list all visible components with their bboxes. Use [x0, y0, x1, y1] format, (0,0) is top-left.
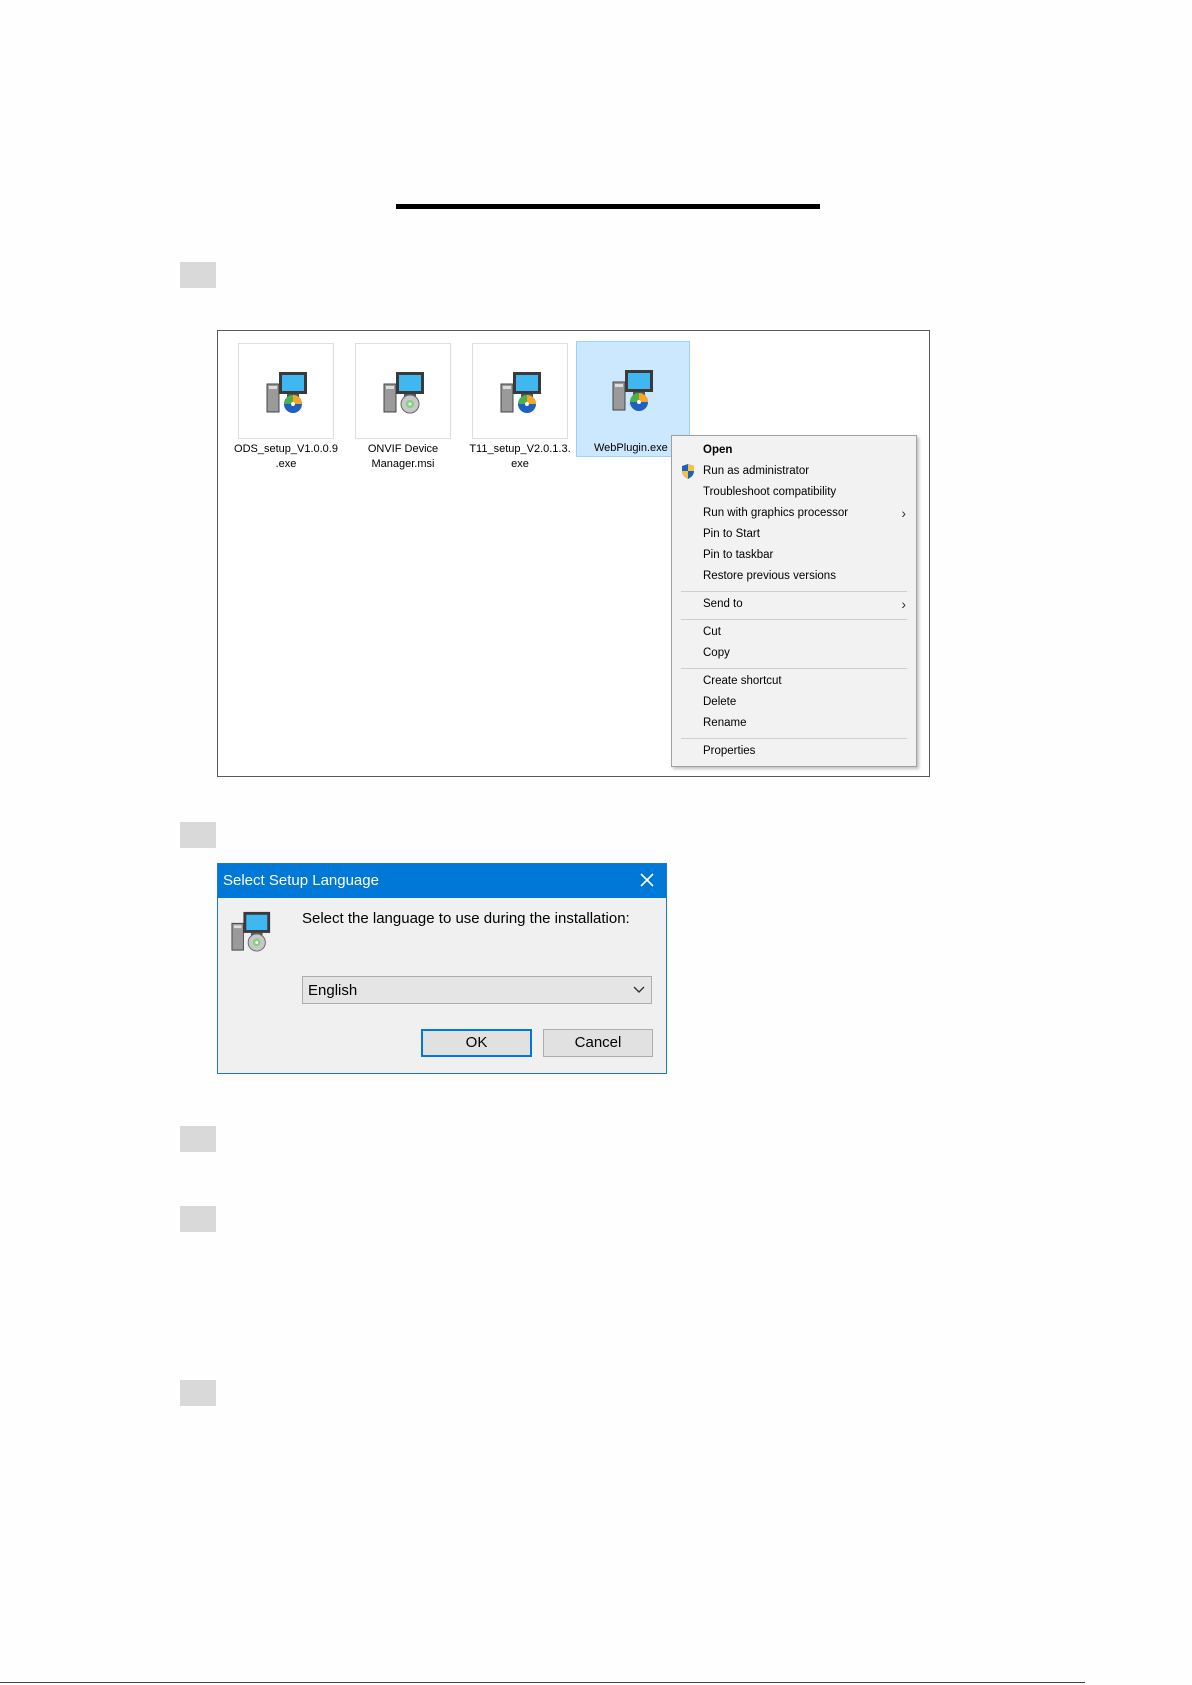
step-marker-3 — [180, 1126, 216, 1152]
chevron-down-icon — [633, 986, 645, 993]
menu-item-restore[interactable]: Restore previous versions — [672, 566, 916, 587]
menu-item-copy[interactable]: Copy — [672, 643, 916, 664]
menu-item-open[interactable]: Open — [672, 440, 916, 461]
menu-item-create-shortcut[interactable]: Create shortcut — [672, 671, 916, 692]
step-marker-2 — [180, 822, 216, 848]
menu-item-delete[interactable]: Delete — [672, 692, 916, 713]
menu-separator — [681, 619, 907, 620]
file-item[interactable]: ODS_setup_V1.0.0.9 .exe — [234, 343, 338, 472]
menu-item-troubleshoot[interactable]: Troubleshoot compatibility — [672, 482, 916, 503]
cancel-button[interactable]: Cancel — [543, 1029, 653, 1057]
dialog-titlebar[interactable]: Select Setup Language — [218, 864, 666, 898]
uac-shield-icon — [682, 464, 694, 479]
title-underline — [396, 204, 820, 209]
ok-button[interactable]: OK — [421, 1029, 532, 1057]
menu-item-run-graphics[interactable]: Run with graphics processor › — [672, 503, 916, 524]
dialog-message: Select the language to use during the in… — [302, 910, 630, 927]
menu-separator — [681, 591, 907, 592]
menu-item-cut[interactable]: Cut — [672, 622, 916, 643]
language-select-value: English — [308, 982, 358, 999]
step-marker-5 — [180, 1380, 216, 1406]
file-name: ONVIF Device Manager.msi — [367, 443, 439, 470]
installer-icon — [238, 343, 334, 439]
setup-language-dialog: Select Setup Language Select the languag… — [217, 863, 667, 1074]
menu-item-pin-taskbar[interactable]: Pin to taskbar — [672, 545, 916, 566]
context-menu: Open Run as administrator Troubleshoot c… — [671, 435, 917, 767]
submenu-arrow-icon: › — [901, 596, 906, 612]
file-name: ODS_setup_V1.0.0.9 .exe — [234, 443, 338, 470]
installer-icon — [231, 911, 271, 952]
menu-separator — [681, 668, 907, 669]
menu-item-properties[interactable]: Properties — [672, 741, 916, 762]
menu-item-send-to[interactable]: Send to › — [672, 594, 916, 615]
menu-separator — [681, 738, 907, 739]
language-select[interactable]: English — [302, 976, 652, 1004]
file-item[interactable]: ONVIF Device Manager.msi — [351, 343, 455, 472]
menu-item-pin-start[interactable]: Pin to Start — [672, 524, 916, 545]
close-icon[interactable] — [636, 869, 658, 891]
step-marker-1 — [180, 262, 216, 288]
file-name: T11_setup_V2.0.1.3. exe — [469, 443, 571, 470]
menu-item-rename[interactable]: Rename — [672, 713, 916, 734]
installer-icon — [355, 343, 451, 439]
dialog-title: Select Setup Language — [223, 872, 379, 889]
menu-item-run-as-admin[interactable]: Run as administrator — [672, 461, 916, 482]
submenu-arrow-icon: › — [901, 505, 906, 521]
file-item[interactable]: T11_setup_V2.0.1.3. exe — [468, 343, 572, 472]
step-marker-4 — [180, 1206, 216, 1232]
installer-icon — [472, 343, 568, 439]
footer-rule — [0, 1682, 1085, 1683]
installer-icon — [585, 342, 681, 438]
